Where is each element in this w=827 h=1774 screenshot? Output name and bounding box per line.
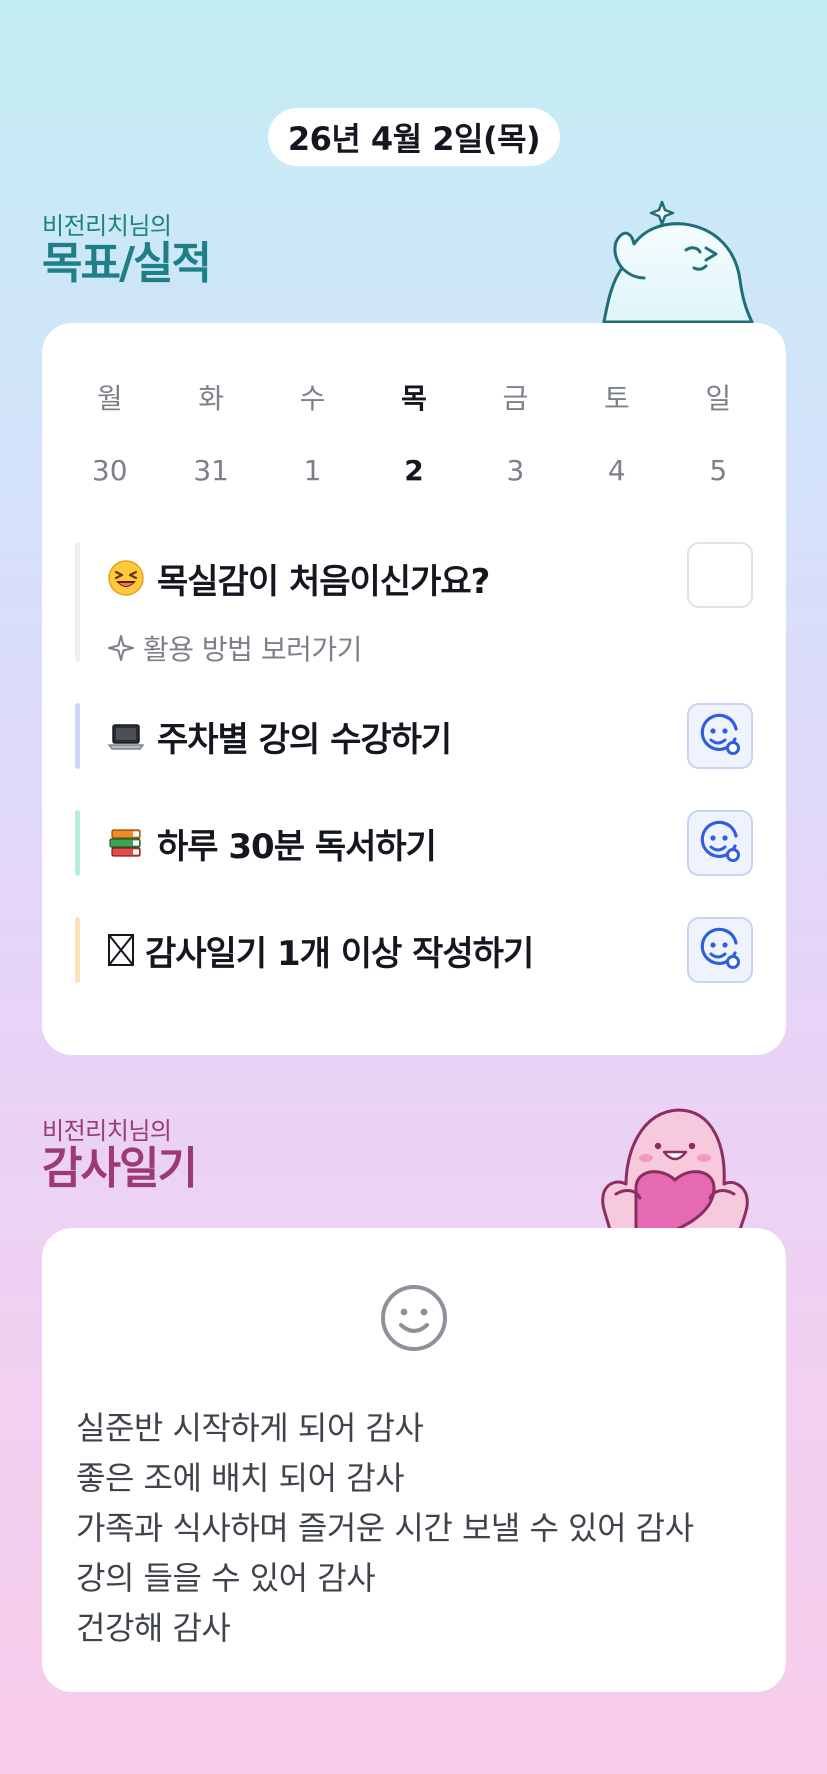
task-title: 주차별 강의 수강하기 bbox=[107, 712, 452, 760]
usage-guide-link[interactable]: 활용 방법 보러가기 bbox=[107, 628, 362, 668]
task-completed-smile-button[interactable] bbox=[687, 810, 753, 876]
boxed-x-icon bbox=[107, 931, 135, 969]
heart-hugging-mascot-icon bbox=[601, 1108, 749, 1230]
task-completed-smile-button[interactable] bbox=[687, 917, 753, 983]
calendar-day-thu-selected[interactable]: 목 2 bbox=[363, 379, 464, 491]
task-title: 하루 30분 독서하기 bbox=[107, 819, 437, 867]
day-number: 5 bbox=[709, 454, 728, 487]
task-item-gratitude[interactable]: 감사일기 1개 이상 작성하기 bbox=[75, 917, 753, 983]
gratitude-entry: 건강해 감사 bbox=[76, 1609, 231, 1647]
books-icon bbox=[107, 824, 145, 862]
calendar-day-wed[interactable]: 수 1 bbox=[262, 379, 363, 491]
week-calendar: 월 30 화 31 수 1 목 2 금 3 토 4 일 5 bbox=[42, 379, 786, 491]
thanks-section-header: 비전리치님의 감사일기 bbox=[42, 1117, 198, 1194]
day-name: 토 bbox=[603, 382, 630, 415]
task-title: 감사일기 1개 이상 작성하기 bbox=[107, 926, 534, 974]
calendar-day-sat[interactable]: 토 4 bbox=[566, 379, 667, 491]
smile-face-icon[interactable] bbox=[379, 1283, 449, 1353]
gratitude-entry: 가족과 식사하며 즐거운 시간 보낼 수 있어 감사 bbox=[76, 1509, 694, 1547]
goals-card: 월 30 화 31 수 1 목 2 금 3 토 4 일 5 목실감이 처음이신가… bbox=[42, 323, 786, 1055]
task-title: 목실감이 처음이신가요? bbox=[107, 554, 490, 602]
task-title-text: 주차별 강의 수강하기 bbox=[157, 719, 452, 760]
task-item-reading[interactable]: 하루 30분 독서하기 bbox=[75, 810, 753, 876]
goals-section-header: 비전리치님의 목표/실적 bbox=[42, 212, 212, 289]
day-name: 목 bbox=[401, 382, 427, 415]
task-title-text: 목실감이 처음이신가요? bbox=[157, 561, 490, 602]
task-title-text: 감사일기 1개 이상 작성하기 bbox=[145, 933, 534, 974]
calendar-day-sun[interactable]: 일 5 bbox=[668, 379, 769, 491]
laptop-icon bbox=[107, 717, 145, 755]
laughing-face-icon bbox=[107, 559, 145, 597]
gratitude-entry: 실준반 시작하게 되어 감사 bbox=[76, 1409, 424, 1447]
day-name: 화 bbox=[198, 382, 225, 415]
thanks-section-subtitle: 비전리치님의 bbox=[42, 1117, 172, 1145]
day-name: 금 bbox=[502, 382, 529, 415]
day-name: 수 bbox=[299, 382, 326, 415]
smile-check-icon bbox=[700, 927, 740, 969]
task-color-bar bbox=[75, 917, 80, 983]
task-completed-smile-button[interactable] bbox=[687, 703, 753, 769]
day-name: 월 bbox=[96, 382, 123, 415]
waving-mascot-icon bbox=[602, 200, 754, 324]
usage-guide-link-text: 활용 방법 보러가기 bbox=[143, 633, 362, 666]
day-number: 30 bbox=[91, 454, 128, 487]
goals-section-title: 목표/실적 bbox=[42, 238, 212, 289]
goals-section-subtitle: 비전리치님의 bbox=[42, 212, 172, 240]
day-number: 4 bbox=[607, 454, 626, 487]
day-number: 2 bbox=[404, 454, 424, 487]
task-color-bar bbox=[75, 542, 80, 662]
task-checkbox-empty[interactable] bbox=[687, 542, 753, 608]
smile-check-icon bbox=[700, 713, 740, 755]
day-name: 일 bbox=[705, 382, 732, 415]
day-number: 1 bbox=[303, 454, 322, 487]
gratitude-entry: 강의 들을 수 있어 감사 bbox=[76, 1559, 376, 1597]
date-label: 26년 4월 2일(목) bbox=[287, 120, 541, 158]
task-item-intro[interactable]: 목실감이 처음이신가요? 활용 방법 보러가기 bbox=[75, 542, 753, 666]
gratitude-entries: 실준반 시작하게 되어 감사 좋은 조에 배치 되어 감사 가족과 식사하며 즐… bbox=[76, 1403, 694, 1653]
task-color-bar bbox=[75, 810, 80, 876]
date-pill[interactable]: 26년 4월 2일(목) bbox=[268, 108, 560, 166]
day-number: 3 bbox=[506, 454, 525, 487]
gratitude-journal-card[interactable]: 실준반 시작하게 되어 감사 좋은 조에 배치 되어 감사 가족과 식사하며 즐… bbox=[42, 1228, 786, 1692]
gratitude-entry: 좋은 조에 배치 되어 감사 bbox=[76, 1459, 405, 1497]
task-color-bar bbox=[75, 703, 80, 769]
sparkle-icon bbox=[108, 635, 134, 661]
day-number: 31 bbox=[193, 454, 229, 487]
thanks-section-title: 감사일기 bbox=[42, 1143, 198, 1194]
calendar-day-tue[interactable]: 화 31 bbox=[160, 379, 261, 491]
calendar-day-fri[interactable]: 금 3 bbox=[465, 379, 566, 491]
task-title-text: 하루 30분 독서하기 bbox=[157, 826, 437, 867]
smile-check-icon bbox=[700, 820, 740, 862]
calendar-day-mon[interactable]: 월 30 bbox=[59, 379, 160, 491]
task-item-lecture[interactable]: 주차별 강의 수강하기 bbox=[75, 703, 753, 769]
